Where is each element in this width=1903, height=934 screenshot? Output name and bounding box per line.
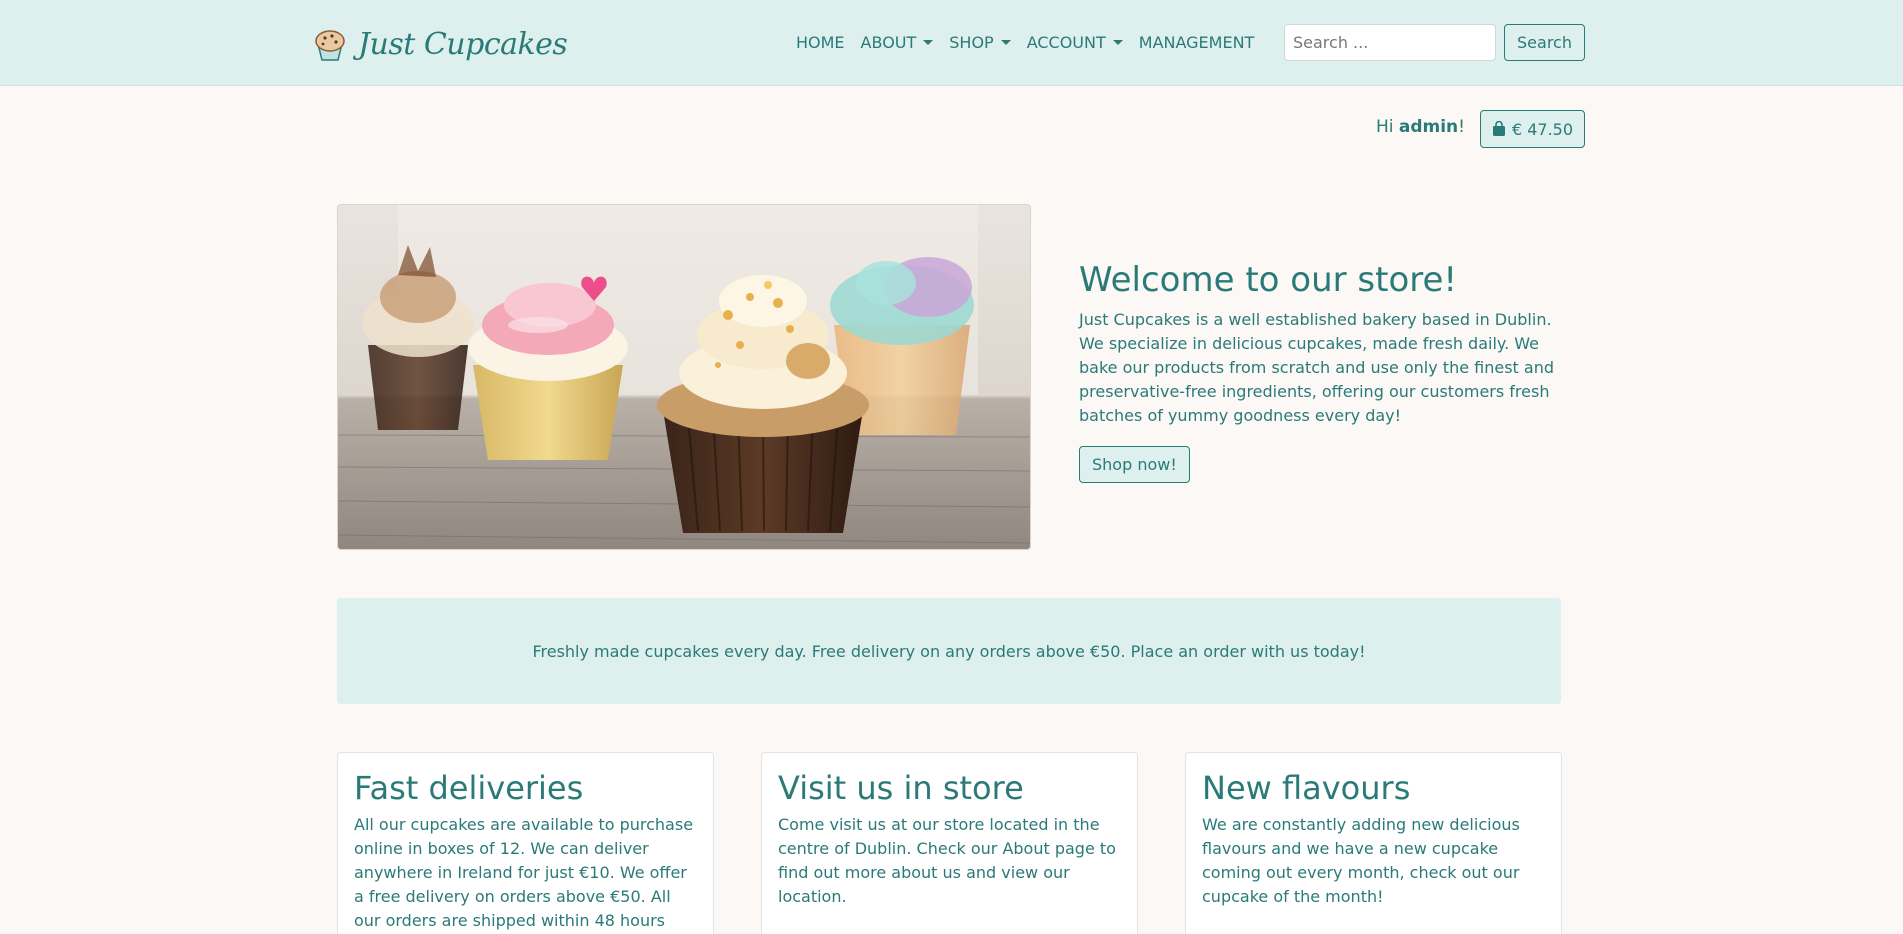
hero-title: Welcome to our store! bbox=[1079, 260, 1458, 300]
card-title: Fast deliveries bbox=[354, 769, 584, 807]
brand-link[interactable]: Just Cupcakes bbox=[310, 22, 568, 66]
nav-about[interactable]: ABOUT bbox=[853, 33, 942, 52]
nav-management[interactable]: MANAGEMENT bbox=[1131, 33, 1263, 52]
promo-banner: Freshly made cupcakes every day. Free de… bbox=[337, 598, 1561, 704]
nav-account[interactable]: ACCOUNT bbox=[1019, 33, 1131, 52]
feature-card-store: Visit us in store Come visit us at our s… bbox=[761, 752, 1138, 934]
user-greeting: Hi admin! bbox=[1375, 117, 1465, 137]
cupcakes-photo bbox=[338, 205, 1030, 549]
shop-now-button[interactable]: Shop now! bbox=[1079, 446, 1190, 483]
cart-total: € 47.50 bbox=[1511, 119, 1574, 139]
nav-shop[interactable]: SHOP bbox=[941, 33, 1018, 52]
card-body: All our cupcakes are available to purcha… bbox=[354, 815, 694, 930]
card-body: Come visit us at our store located in th… bbox=[778, 815, 1116, 906]
main-nav: HOME ABOUT SHOP ACCOUNT MANAGEMENT bbox=[788, 24, 1262, 60]
cart-button[interactable]: € 47.50 bbox=[1480, 110, 1585, 148]
hero-cupcakes-image bbox=[337, 204, 1031, 550]
hero-description: Just Cupcakes is a well established bake… bbox=[1079, 310, 1554, 425]
search-input[interactable] bbox=[1284, 24, 1496, 61]
search-button[interactable]: Search bbox=[1504, 24, 1585, 61]
promo-banner-text: Freshly made cupcakes every day. Free de… bbox=[532, 641, 1366, 661]
card-title: Visit us in store bbox=[778, 769, 1024, 807]
shopping-bag-icon bbox=[1492, 121, 1505, 136]
caret-down-icon bbox=[1000, 39, 1011, 45]
feature-card-deliveries: Fast deliveries All our cupcakes are ava… bbox=[337, 752, 714, 934]
hero-section: Welcome to our store! Just Cupcakes is a… bbox=[1079, 260, 1564, 483]
caret-down-icon bbox=[923, 39, 934, 45]
username: admin bbox=[1398, 117, 1459, 137]
nav-home[interactable]: HOME bbox=[788, 33, 853, 52]
brand-name: Just Cupcakes bbox=[358, 26, 568, 62]
cupcake-icon bbox=[315, 30, 345, 61]
caret-down-icon bbox=[1112, 39, 1123, 45]
navbar: Just Cupcakes HOME ABOUT SHOP ACCOUNT MA… bbox=[0, 0, 1903, 86]
card-title: New flavours bbox=[1202, 769, 1411, 807]
card-body: We are constantly adding new delicious f… bbox=[1202, 815, 1520, 906]
feature-card-flavours: New flavours We are constantly adding ne… bbox=[1185, 752, 1562, 934]
